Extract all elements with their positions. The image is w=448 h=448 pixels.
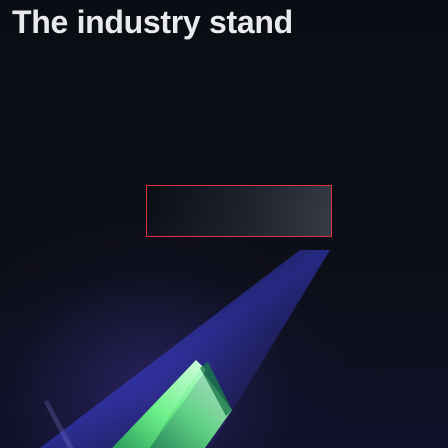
- hero-headline: The industry stand: [12, 4, 293, 40]
- hero-art-icon: [40, 250, 330, 448]
- cta-button-frame[interactable]: [146, 185, 332, 237]
- landing-page: The industry stand: [0, 0, 448, 448]
